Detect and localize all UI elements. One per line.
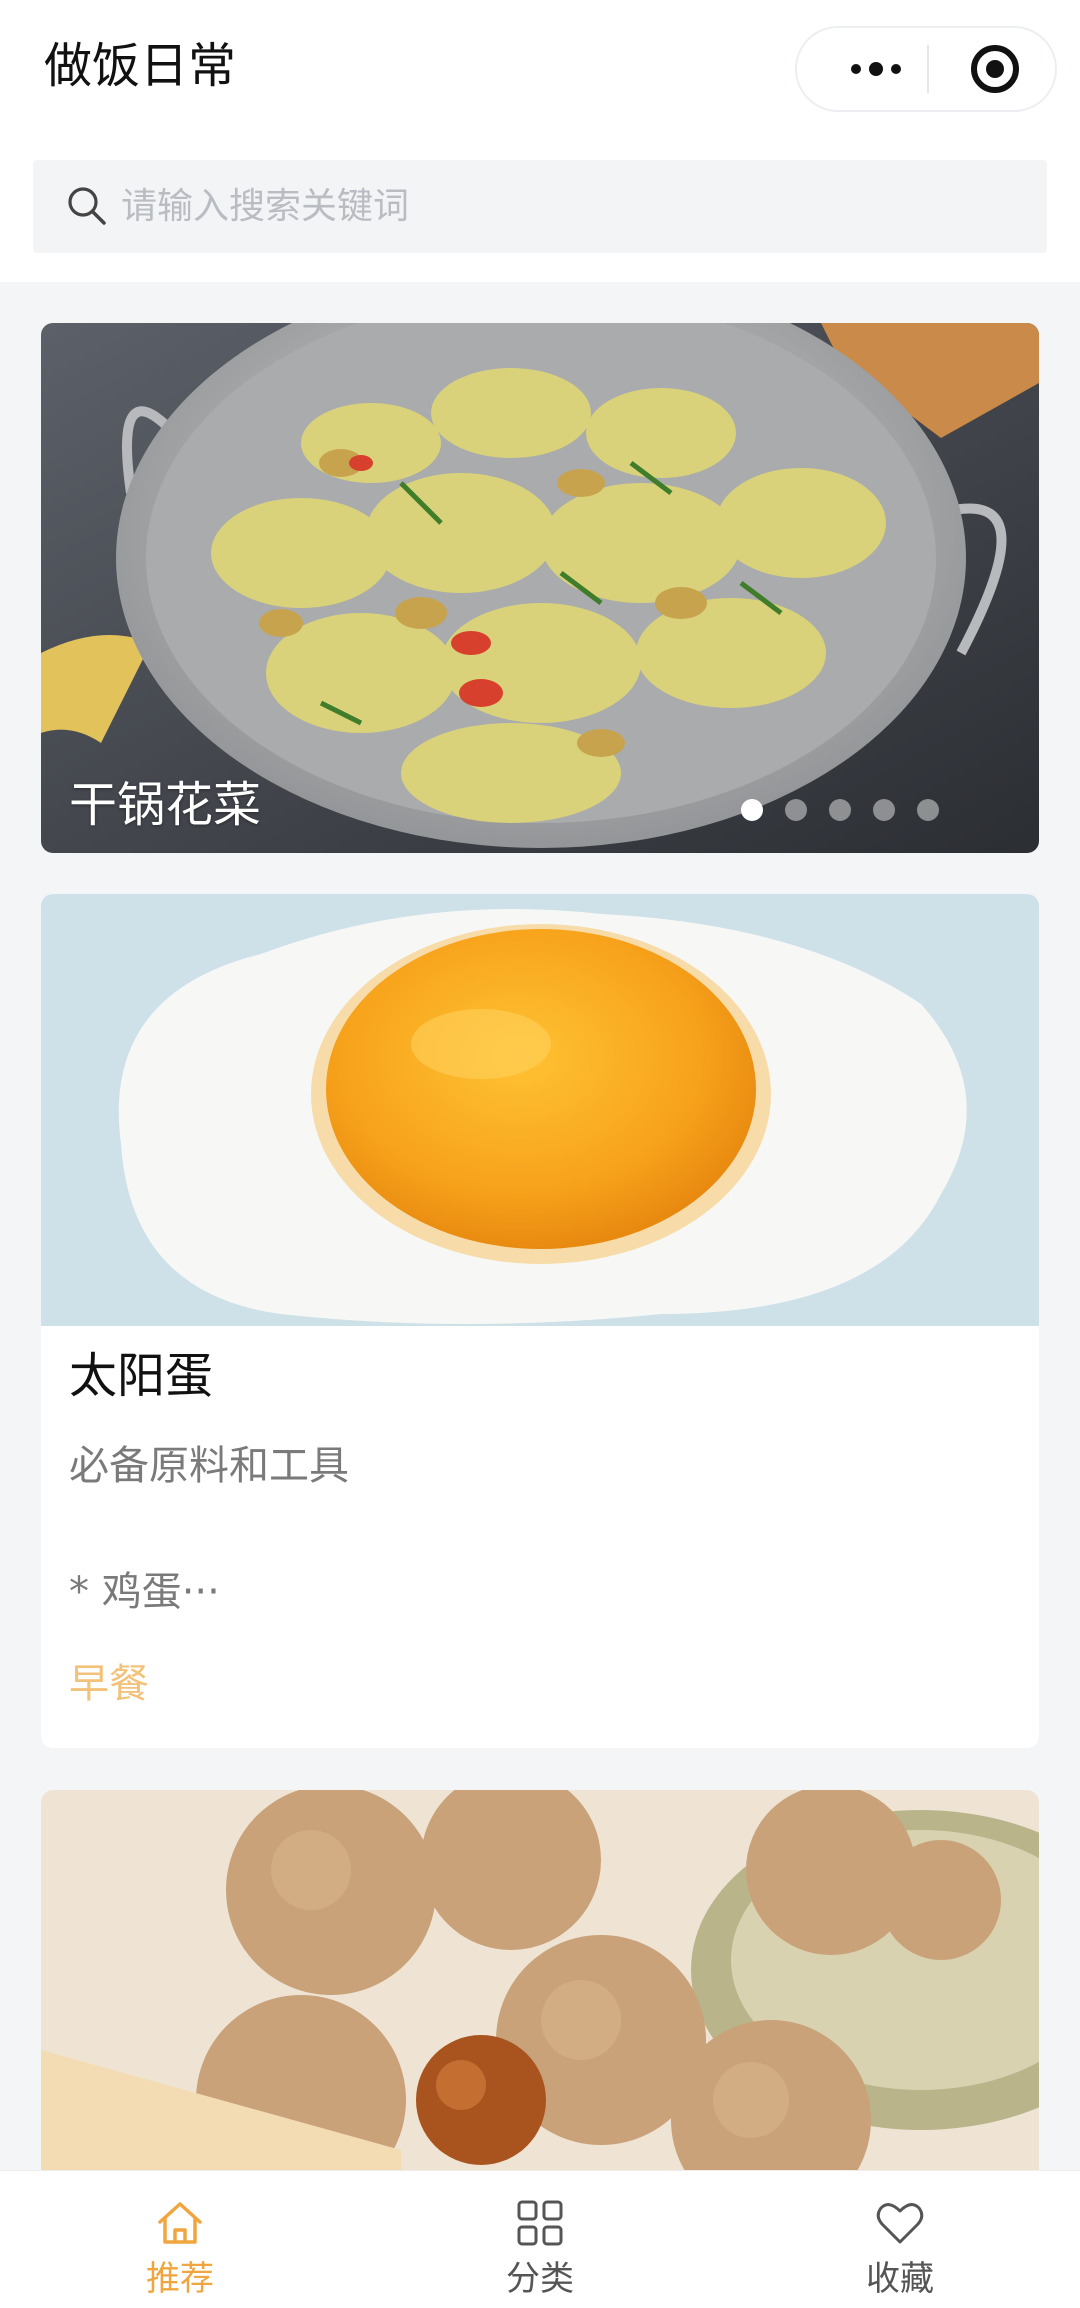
target-icon: [971, 45, 1019, 93]
search-input[interactable]: [121, 178, 1001, 234]
tab-bar: 推荐 分类 收藏: [0, 2170, 1080, 2308]
tab-favorites[interactable]: 收藏: [800, 2171, 1000, 2308]
tab-label: 推荐: [146, 2259, 214, 2299]
more-dots-icon: [851, 62, 901, 76]
search-bar[interactable]: [33, 160, 1047, 253]
header: 做饭日常: [0, 0, 1080, 282]
recipe-title: 太阳蛋: [69, 1348, 214, 1404]
carousel-dot[interactable]: [785, 799, 807, 821]
recipe-subtitle: 必备原料和工具: [69, 1443, 349, 1489]
tab-category[interactable]: 分类: [440, 2171, 640, 2308]
carousel-dot[interactable]: [741, 799, 763, 821]
close-capsule-button[interactable]: [959, 28, 1031, 110]
recipe-image: [41, 1790, 1039, 2170]
banner-caption: 干锅花菜: [69, 777, 262, 833]
page-title: 做饭日常: [44, 38, 237, 94]
recipe-category-tag[interactable]: 早餐: [69, 1658, 149, 1710]
tab-label: 收藏: [866, 2259, 934, 2299]
recipe-image: [41, 894, 1039, 1326]
banner-image: [41, 323, 1039, 853]
tab-label: 分类: [506, 2259, 574, 2299]
heart-icon: [876, 2203, 924, 2244]
carousel-dot[interactable]: [829, 799, 851, 821]
capsule-divider: [927, 45, 929, 93]
recipe-card[interactable]: [41, 1790, 1039, 2170]
more-menu-button[interactable]: [831, 28, 921, 110]
recipe-ingredients: * 鸡蛋···: [69, 1569, 220, 1615]
carousel-dot[interactable]: [917, 799, 939, 821]
carousel-indicator: [741, 799, 939, 823]
tab-recommend[interactable]: 推荐: [80, 2171, 280, 2308]
search-icon: [68, 187, 106, 225]
recipe-card[interactable]: 太阳蛋 必备原料和工具 * 鸡蛋··· 早餐: [41, 894, 1039, 1748]
banner-carousel[interactable]: 干锅花菜: [41, 323, 1039, 853]
mini-program-capsule: [795, 26, 1057, 112]
home-icon: [158, 2202, 202, 2244]
carousel-dot[interactable]: [873, 799, 895, 821]
grid-icon: [517, 2200, 563, 2246]
